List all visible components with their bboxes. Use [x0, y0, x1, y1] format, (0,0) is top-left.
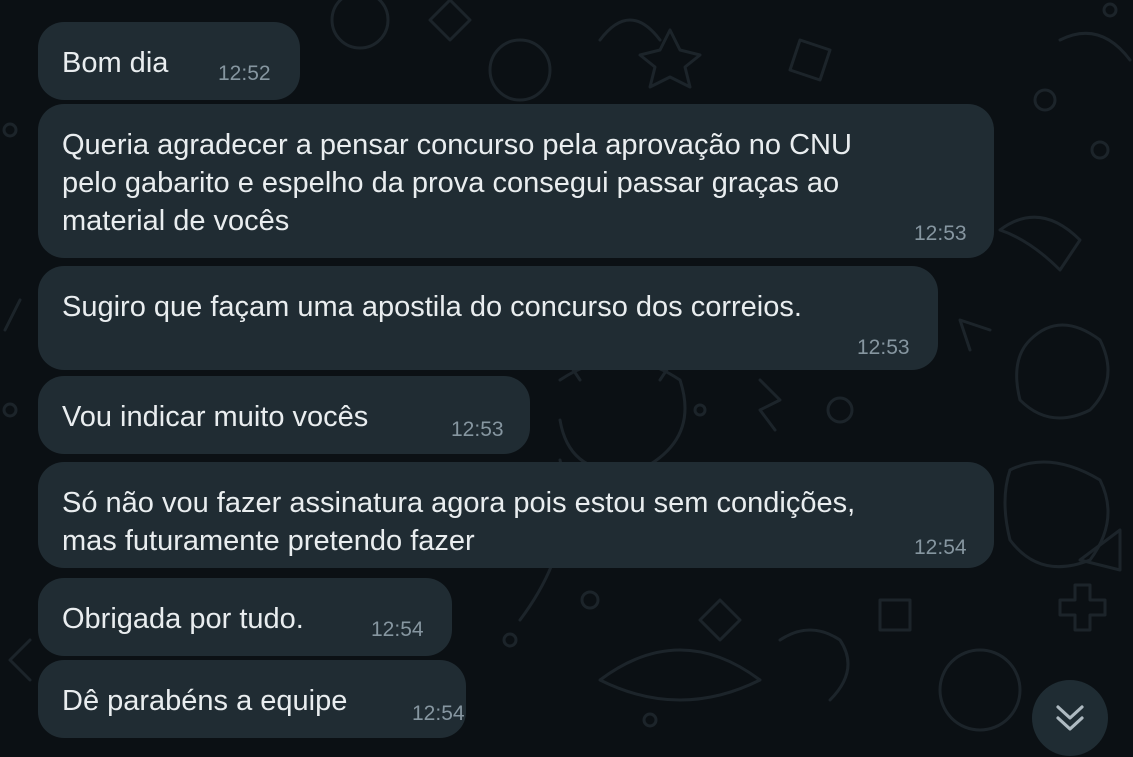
message-time: 12:52	[218, 62, 271, 85]
message-text: Obrigada por tudo.	[62, 603, 304, 635]
scroll-to-bottom-button[interactable]	[1032, 680, 1108, 756]
message-text: Dê parabéns a equipe	[62, 685, 348, 717]
message-bubble[interactable]: Queria agradecer a pensar concurso pela …	[38, 104, 994, 258]
message-time: 12:54	[371, 618, 424, 641]
double-chevron-down-icon	[1056, 705, 1084, 731]
message-time: 12:54	[914, 536, 967, 559]
message-time: 12:53	[451, 418, 504, 441]
message-bubble[interactable]: Dê parabéns a equipe 12:54	[38, 660, 466, 738]
message-text: Vou indicar muito vocês	[62, 401, 369, 433]
message-bubble[interactable]: Só não vou fazer assinatura agora pois e…	[38, 462, 994, 568]
message-time: 12:53	[914, 222, 967, 245]
message-bubble[interactable]: Vou indicar muito vocês 12:53	[38, 376, 530, 454]
message-bubble[interactable]: Sugiro que façam uma apostila do concurs…	[38, 266, 938, 370]
message-text: Queria agradecer a pensar concurso pela …	[62, 129, 852, 237]
message-bubble[interactable]: Bom dia 12:52	[38, 22, 300, 100]
message-text: Bom dia	[62, 47, 169, 79]
message-time: 12:54	[412, 702, 465, 725]
message-bubble[interactable]: Obrigada por tudo. 12:54	[38, 578, 452, 656]
message-text: Sugiro que façam uma apostila do concurs…	[62, 291, 802, 323]
message-text: Só não vou fazer assinatura agora pois e…	[62, 487, 856, 557]
message-time: 12:53	[857, 336, 910, 359]
chat-area: Bom dia 12:52 Queria agradecer a pensar …	[0, 0, 1133, 757]
